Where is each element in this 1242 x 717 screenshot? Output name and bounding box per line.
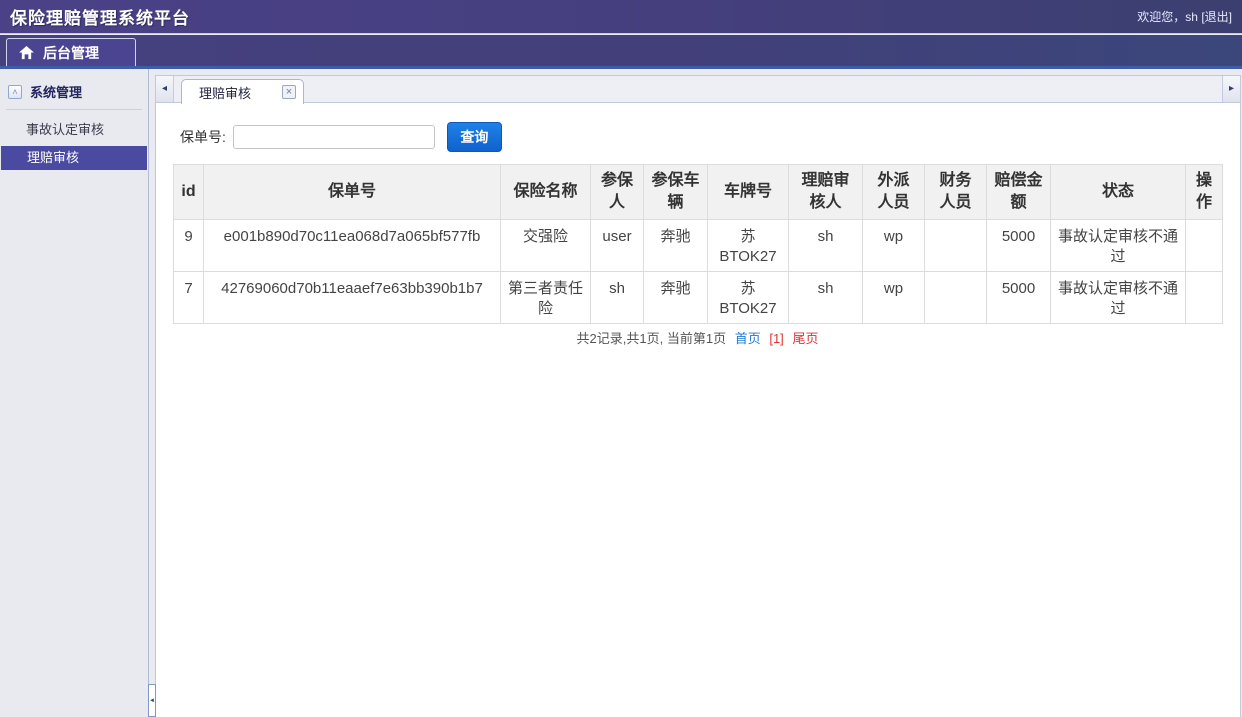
column-header: 外派人员 (862, 164, 925, 220)
column-header: 保单号 (203, 164, 501, 220)
content-panel: ◂ 理赔审核 × ▸ 保单号: 查询 id 保单号 保险名称 参保人 参保车辆 车牌号 理赔… (155, 75, 1241, 717)
table-cell: sh (788, 271, 863, 324)
table-cell: 9 (173, 219, 204, 272)
table-cell: e001b890d70c11ea068d7a065bf577fb (203, 219, 501, 272)
sidebar: ˄ 系统管理 事故认定审核 理赔审核 (0, 69, 149, 717)
table-cell: 7 (173, 271, 204, 324)
tab-claim-review[interactable]: 理赔审核 × (181, 79, 304, 104)
column-header: 参保人 (590, 164, 644, 220)
table-cell: 交强险 (500, 219, 591, 272)
welcome-text: 欢迎您， (1137, 10, 1186, 24)
table-cell: user (590, 219, 644, 272)
home-icon (19, 45, 34, 59)
logout-link[interactable]: [退出] (1201, 10, 1232, 24)
pagination-last-link[interactable]: 尾页 (792, 331, 818, 346)
column-header: 车牌号 (707, 164, 789, 220)
search-form: 保单号: 查询 (180, 122, 1240, 152)
app-title: 保险理赔管理系统平台 (10, 9, 190, 28)
panel-collapse-icon[interactable]: ˄ (8, 84, 22, 99)
table-cell (924, 219, 987, 272)
column-header: 理赔审核人 (788, 164, 863, 220)
pagination-summary: 共2记录,共1页, 当前第1页 (576, 331, 727, 346)
table-cell: 事故认定审核不通过 (1050, 219, 1186, 272)
column-header: 赔偿金额 (986, 164, 1051, 220)
tab-backstage-label: 后台管理 (43, 44, 99, 61)
table-row[interactable]: 7 42769060d70b11eaaef7e63bb390b1b7 第三者责任险 s… (173, 271, 1223, 324)
table-cell: 第三者责任险 (500, 271, 591, 324)
table-cell: 5000 (986, 219, 1051, 272)
column-header: 状态 (1050, 164, 1186, 220)
tab-claim-review-label: 理赔审核 (199, 85, 252, 101)
policy-no-input[interactable] (232, 125, 435, 149)
table-cell: wp (862, 271, 925, 324)
table-cell: 事故认定审核不通过 (1050, 271, 1186, 324)
table-cell: wp (862, 219, 925, 272)
table-cell (1185, 219, 1223, 272)
table-cell (924, 271, 987, 324)
sidebar-panel-header: ˄ 系统管理 (0, 69, 148, 109)
pagination: 共2记录,共1页, 当前第1页 首页 [1] 尾页 (173, 328, 1222, 347)
policy-no-label: 保单号: (180, 129, 226, 145)
user-area: 欢迎您，sh [退出] (1137, 8, 1242, 25)
column-header: 参保车辆 (643, 164, 708, 220)
column-header: id (173, 164, 204, 220)
tab-scroll-right-icon[interactable]: ▸ (1222, 76, 1240, 102)
sidebar-divider (6, 109, 142, 110)
username: sh (1185, 10, 1198, 24)
table-cell (1185, 271, 1223, 324)
sidebar-item-accident-review[interactable]: 事故认定审核 (0, 118, 148, 142)
tab-strip: ◂ 理赔审核 × ▸ (156, 76, 1240, 104)
top-title-bar: 保险理赔管理系统平台 欢迎您，sh [退出] (0, 0, 1242, 34)
table-cell: sh (788, 219, 863, 272)
table-row[interactable]: 9 e001b890d70c11ea068d7a065bf577fb 交强险 user… (173, 219, 1223, 272)
sidebar-collapse-icon: ◄ (149, 697, 155, 704)
table-header-row: id 保单号 保险名称 参保人 参保车辆 车牌号 理赔审核人 外派人员 财务人员 赔偿金额 状态 操作 (173, 164, 1223, 220)
tab-close-icon[interactable]: × (282, 85, 296, 99)
table-cell: 5000 (986, 271, 1051, 324)
pagination-current-page[interactable]: [1] (769, 331, 783, 346)
claims-table: id 保单号 保险名称 参保人 参保车辆 车牌号 理赔审核人 外派人员 财务人员 赔偿金额 状态 操作… (173, 164, 1223, 324)
tab-scroll-left-icon[interactable]: ◂ (156, 76, 174, 102)
table-cell: sh (590, 271, 644, 324)
main-area: ◂ 理赔审核 × ▸ 保单号: 查询 id 保单号 保险名称 参保人 参保车辆 车牌号 理赔… (149, 69, 1242, 717)
column-header: 保险名称 (500, 164, 591, 220)
sidebar-item-claim-review[interactable]: 理赔审核 (1, 146, 147, 170)
column-header: 操作 (1185, 164, 1223, 220)
table-cell: 苏BTOK27 (707, 219, 789, 272)
nav-bar: 后台管理 (0, 35, 1242, 69)
search-button[interactable]: 查询 (446, 122, 502, 152)
column-header: 财务人员 (924, 164, 987, 220)
tab-backstage-management[interactable]: 后台管理 (6, 38, 136, 66)
table-cell: 42769060d70b11eaaef7e63bb390b1b7 (203, 271, 501, 324)
sidebar-panel-title: 系统管理 (30, 85, 83, 100)
sidebar-collapse-handle[interactable]: ◄ (148, 684, 156, 717)
table-cell: 苏BTOK27 (707, 271, 789, 324)
table-cell: 奔驰 (643, 271, 708, 324)
table-cell: 奔驰 (643, 219, 708, 272)
pagination-first-link[interactable]: 首页 (735, 331, 761, 346)
